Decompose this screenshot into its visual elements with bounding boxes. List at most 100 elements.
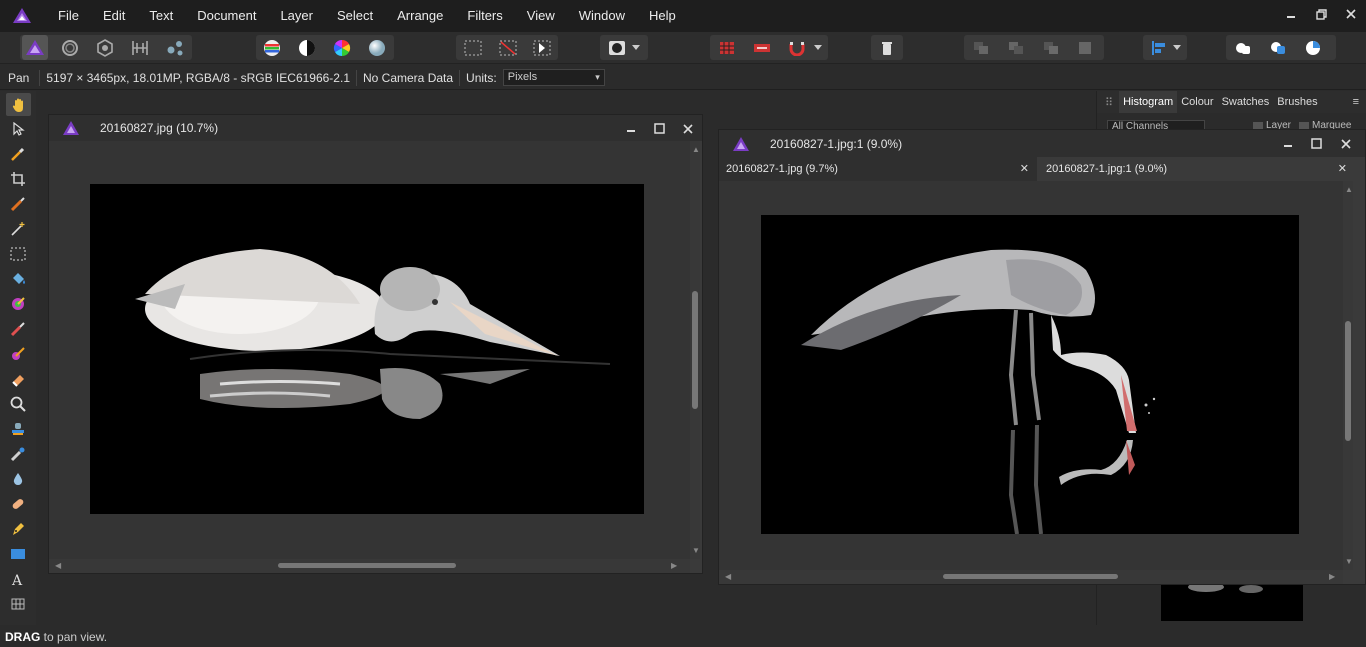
color-replacement-tool[interactable]	[7, 294, 29, 314]
scroll-down-arrow[interactable]: ▼	[692, 546, 700, 555]
document-canvas[interactable]	[719, 181, 1343, 570]
hsl-button[interactable]	[329, 35, 355, 60]
doc-close-button[interactable]	[683, 123, 693, 137]
doc-close-button[interactable]	[1341, 138, 1351, 152]
menu-arrange[interactable]: Arrange	[385, 0, 455, 32]
rectangle-tool[interactable]	[7, 544, 29, 564]
document-canvas[interactable]	[49, 141, 690, 559]
healing-brush-tool[interactable]	[7, 444, 29, 464]
develop-persona-button[interactable]	[92, 35, 118, 60]
recolor-button[interactable]	[364, 35, 390, 60]
move-to-back-button[interactable]	[968, 35, 994, 60]
affinity-photo-logo[interactable]	[12, 6, 32, 26]
horizontal-scrollbar[interactable]: ◀ ▶	[719, 570, 1343, 584]
menu-window[interactable]: Window	[567, 0, 637, 32]
doc-minimize-button[interactable]	[626, 123, 636, 137]
panel-menu-icon[interactable]: ≡	[1353, 96, 1359, 108]
scroll-down-arrow[interactable]: ▼	[1345, 557, 1353, 566]
menu-filters[interactable]: Filters	[455, 0, 514, 32]
flood-fill-tool[interactable]	[7, 269, 29, 289]
doc-minimize-button[interactable]	[1283, 138, 1293, 152]
paint-brush-tool[interactable]	[7, 319, 29, 339]
select-all-button[interactable]	[460, 35, 486, 60]
scroll-up-arrow[interactable]: ▲	[692, 145, 700, 154]
move-tool[interactable]	[7, 119, 29, 139]
subtract-button[interactable]	[1265, 35, 1291, 60]
clone-tool[interactable]	[7, 419, 29, 439]
export-persona-button[interactable]	[162, 35, 188, 60]
menu-file[interactable]: File	[46, 0, 91, 32]
quick-mask-button[interactable]	[604, 35, 630, 60]
horizontal-scrollbar[interactable]: ◀ ▶	[49, 559, 690, 573]
vertical-scroll-thumb[interactable]	[692, 291, 698, 409]
tab-document-2[interactable]: 20160827-1.jpg:1 (9.0%) ✕	[1037, 157, 1355, 181]
pixel-tool[interactable]	[7, 344, 29, 364]
doc-maximize-button[interactable]	[1311, 138, 1322, 152]
vertical-scroll-thumb[interactable]	[1345, 321, 1351, 441]
units-select[interactable]: Pixels	[502, 69, 605, 86]
view-tool[interactable]	[6, 93, 31, 116]
marquee-tool[interactable]	[7, 244, 29, 264]
color-picker-tool[interactable]	[7, 144, 29, 164]
tab-close-icon[interactable]: ✕	[1338, 157, 1347, 181]
scroll-right-arrow[interactable]: ▶	[671, 561, 677, 570]
scroll-right-arrow[interactable]: ▶	[1329, 572, 1335, 581]
grid-button[interactable]	[714, 35, 740, 60]
scroll-left-arrow[interactable]: ◀	[725, 572, 731, 581]
menu-layer[interactable]: Layer	[268, 0, 325, 32]
pen-tool[interactable]	[7, 519, 29, 539]
vertical-scrollbar[interactable]: ▲ ▼	[690, 141, 700, 559]
mesh-warp-tool[interactable]	[7, 594, 29, 614]
selection-brush-tool[interactable]	[7, 194, 29, 214]
patch-tool[interactable]	[7, 494, 29, 514]
trash-button[interactable]	[874, 35, 900, 60]
blur-brush-tool[interactable]	[7, 469, 29, 489]
doc-maximize-button[interactable]	[654, 123, 665, 137]
panel-grip-icon[interactable]: ⠿	[1105, 96, 1113, 109]
menu-text[interactable]: Text	[137, 0, 185, 32]
document-title-bar[interactable]: 20160827.jpg (10.7%)	[49, 115, 702, 141]
app-minimize-button[interactable]	[1276, 0, 1306, 28]
move-forward-button[interactable]	[1038, 35, 1064, 60]
menu-edit[interactable]: Edit	[91, 0, 137, 32]
photo-persona-button[interactable]	[22, 35, 48, 60]
horizontal-scroll-thumb[interactable]	[943, 574, 1118, 579]
tone-mapping-persona-button[interactable]	[127, 35, 153, 60]
menu-select[interactable]: Select	[325, 0, 385, 32]
text-tool[interactable]: A	[7, 569, 29, 589]
quick-mask-dropdown[interactable]	[629, 35, 643, 60]
deselect-button[interactable]	[495, 35, 521, 60]
menu-view[interactable]: View	[515, 0, 567, 32]
horizontal-scroll-thumb[interactable]	[278, 563, 456, 568]
align-dropdown[interactable]	[1170, 35, 1184, 60]
assistant-button[interactable]	[749, 35, 775, 60]
tab-swatches[interactable]: Swatches	[1218, 91, 1274, 113]
move-back-button[interactable]	[1003, 35, 1029, 60]
erase-tool[interactable]	[7, 369, 29, 389]
invert-selection-button[interactable]	[529, 35, 555, 60]
white-balance-button[interactable]	[294, 35, 320, 60]
scroll-left-arrow[interactable]: ◀	[55, 561, 61, 570]
tab-colour[interactable]: Colour	[1177, 91, 1217, 113]
scroll-up-arrow[interactable]: ▲	[1345, 185, 1353, 194]
document-title-bar[interactable]: 20160827-1.jpg:1 (9.0%)	[719, 130, 1365, 157]
zoom-tool[interactable]	[7, 394, 29, 414]
tab-histogram[interactable]: Histogram	[1119, 91, 1178, 113]
liquify-persona-button[interactable]	[57, 35, 83, 60]
move-to-front-button[interactable]	[1073, 35, 1099, 60]
flood-select-tool[interactable]	[7, 219, 29, 239]
app-close-button[interactable]	[1336, 0, 1366, 28]
intersect-button[interactable]	[1300, 35, 1326, 60]
crop-tool[interactable]	[7, 169, 29, 189]
snapping-dropdown[interactable]	[811, 35, 825, 60]
tab-document-1[interactable]: 20160827-1.jpg (9.7%) ✕	[719, 157, 1037, 181]
tab-brushes[interactable]: Brushes	[1273, 91, 1321, 113]
snapping-button[interactable]	[784, 35, 810, 60]
add-button[interactable]	[1230, 35, 1256, 60]
align-button[interactable]	[1146, 35, 1172, 60]
menu-help[interactable]: Help	[637, 0, 688, 32]
vertical-scrollbar[interactable]: ▲ ▼	[1343, 181, 1353, 570]
menu-document[interactable]: Document	[185, 0, 268, 32]
tab-close-icon[interactable]: ✕	[1020, 157, 1029, 181]
app-restore-button[interactable]	[1306, 0, 1336, 28]
